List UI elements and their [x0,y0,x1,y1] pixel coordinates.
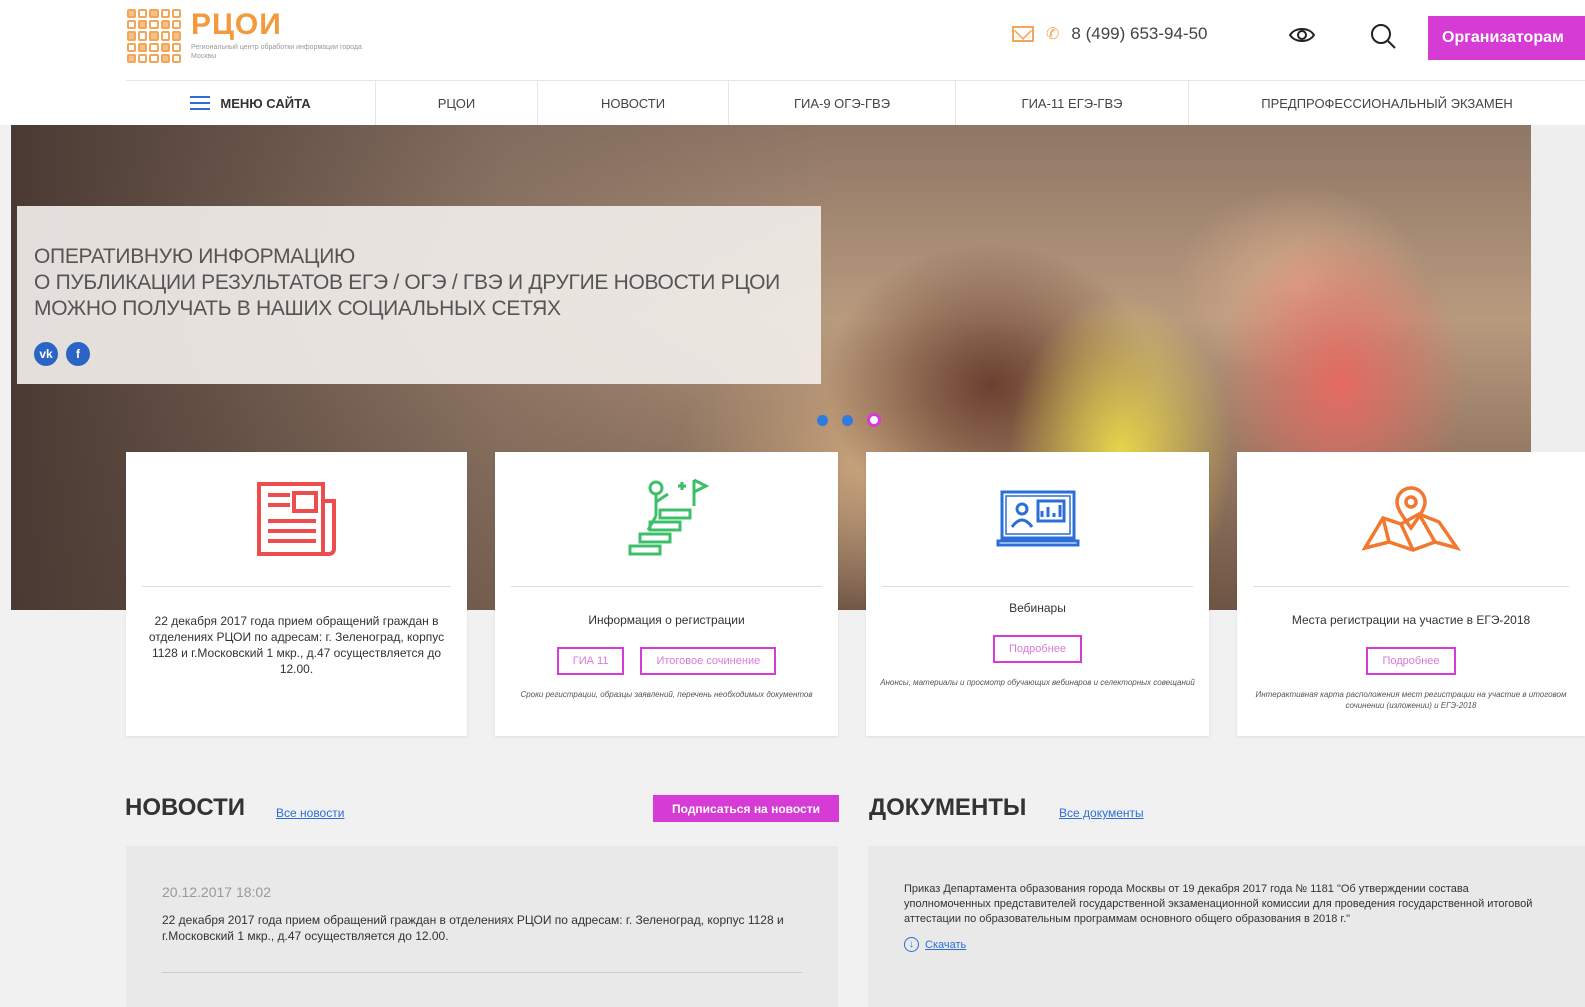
final-essay-button[interactable]: Итоговое сочинение [640,647,777,675]
all-documents-link[interactable]: Все документы [1059,806,1144,820]
news-date: 20.12.2017 18:02 [162,884,271,900]
logo-subtitle: Региональный центр обработки информации … [191,44,362,60]
map-pin-icon [1361,486,1461,552]
organizers-button[interactable]: Организаторам [1428,16,1585,60]
download-icon[interactable]: ↓ [904,937,919,952]
card-text: 22 декабря 2017 года прием обращений гра… [148,614,445,676]
news-heading: НОВОСТИ [125,794,246,821]
hero-line-1: Оперативную информацию [34,245,355,268]
hero-line-2: о публикации результатов ЕГЭ / ОГЭ / ГВЭ… [34,271,780,294]
all-news-link[interactable]: Все новости [276,806,344,820]
phone-icon: ✆ [1046,26,1060,43]
webinar-monitor-icon [996,490,1079,547]
slider-dots [817,413,881,427]
gia11-button[interactable]: ГИА 11 [556,647,625,675]
logo-name: РЦОИ [191,8,282,41]
main-nav: Меню сайта РЦОИ Новости ГИА-9 ОГЭ-ГВЭ ГИ… [126,80,1585,125]
nav-item-rcoi[interactable]: РЦОИ [376,81,538,125]
card-title: Вебинары [1009,601,1066,615]
documents-list: Приказ Департамента образования города М… [868,846,1585,1007]
phone-number[interactable]: 8 (499) 653-94-50 [1071,24,1207,44]
card-announcement[interactable]: 22 декабря 2017 года прием обращений гра… [126,452,467,736]
site-header: РЦОИ Региональный центр обработки информ… [0,0,1585,125]
webinars-more-button[interactable]: Подробнее [992,635,1083,663]
facebook-icon[interactable]: f [66,342,90,366]
card-title: Информация о регистрации [588,613,745,627]
news-list: 20.12.2017 18:02 22 декабря 2017 года пр… [126,846,838,1007]
card-registration: Информация о регистрации ГИА 11 Итоговое… [495,452,838,736]
news-item-text[interactable]: 22 декабря 2017 года прием обращений гра… [162,912,802,944]
vk-icon[interactable]: vk [34,342,58,366]
contacts: ✆ 8 (499) 653-94-50 [1012,24,1208,44]
card-note: Интерактивная карта расположения мест ре… [1255,690,1567,710]
document-title[interactable]: Приказ Департамента образования города М… [904,882,1549,927]
documents-heading: ДОКУМЕНТЫ [869,794,1027,821]
search-icon[interactable] [1369,22,1397,50]
card-registration-map: Места регистрации на участие в ЕГЭ-2018 … [1237,452,1585,736]
hero-message: Оперативную информацию о публикации резу… [17,206,821,384]
mail-icon[interactable] [1012,26,1034,42]
card-title: Места регистрации на участие в ЕГЭ-2018 [1291,613,1531,627]
slider-dot-3[interactable] [867,413,881,427]
map-more-button[interactable]: Подробнее [1366,647,1456,675]
site-logo[interactable]: РЦОИ Региональный центр обработки информ… [127,9,371,63]
card-webinars: Вебинары Подробнее Анонсы, материалы и п… [866,452,1209,736]
hero-line-3: можно получать в наших социальных сетях [34,297,561,320]
slider-dot-1[interactable] [817,414,828,426]
eye-icon[interactable] [1288,25,1316,45]
nav-item-news[interactable]: Новости [538,81,729,125]
stairs-goal-icon [628,478,709,556]
menu-icon [190,96,211,110]
card-note: Сроки регистрации, образцы заявлений, пе… [520,690,813,699]
nav-item-preprof-exam[interactable]: Предпрофессиональный экзамен [1189,81,1585,125]
download-link[interactable]: Скачать [925,939,966,951]
nav-item-gia9[interactable]: ГИА-9 ОГЭ-ГВЭ [729,81,956,125]
slider-dot-2[interactable] [842,414,853,426]
subscribe-news-button[interactable]: Подписаться на новости [653,795,839,822]
nav-item-label: Меню сайта [220,95,311,111]
nav-item-site-menu[interactable]: Меню сайта [126,81,376,125]
newspaper-icon [256,482,336,556]
nav-item-gia11[interactable]: ГИА-11 ЕГЭ-ГВЭ [956,81,1189,125]
card-note: Анонсы, материалы и просмотр обучающих в… [880,678,1195,687]
logo-grid-icon [127,9,181,63]
